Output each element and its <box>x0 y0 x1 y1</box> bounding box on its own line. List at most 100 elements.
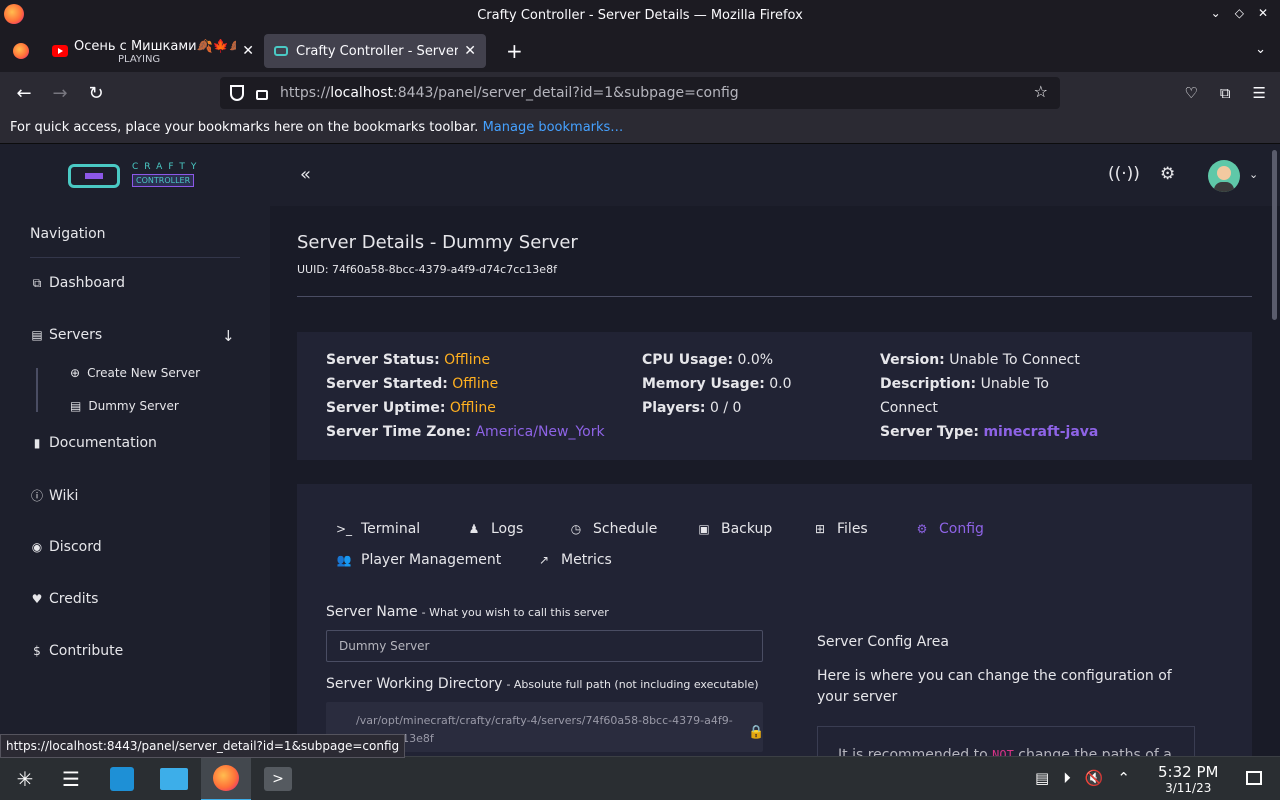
back-icon[interactable]: ← <box>6 83 42 104</box>
clipboard-icon[interactable]: ▤ <box>1035 769 1049 787</box>
sidebar-item-servers[interactable]: ▤ Servers <box>30 327 102 343</box>
server-timezone-value: America/New_York <box>475 424 605 440</box>
tab-playing-label: PLAYING <box>118 54 161 65</box>
server-uuid: UUID: 74f60a58-8bcc-4379-a4f9-d74c7cc13e… <box>297 263 557 276</box>
taskbar: ✳ ☰ > ▤ ⏵ 🔇 ⌃ 5:32 PM 3/11/23 <box>0 756 1280 800</box>
sidebar-item-dashboard[interactable]: ⧉ Dashboard <box>30 275 125 291</box>
terminal-icon: >_ <box>335 522 353 536</box>
firefox-task-button[interactable] <box>201 757 251 800</box>
stats-column-3: Version: Unable To Connect Description: … <box>880 352 1099 440</box>
plus-circle-icon: ⊕ <box>70 366 81 380</box>
tab-backup[interactable]: ▣ Backup <box>695 521 811 537</box>
discover-store-button[interactable] <box>97 757 147 800</box>
stats-column-2: CPU Usage: 0.0% Memory Usage: 0.0 Player… <box>642 352 792 416</box>
terminal-task-button[interactable]: > <box>253 757 303 800</box>
config-warning-text: It is recommended to NOT change the path… <box>838 747 1172 756</box>
page-scrollbar[interactable] <box>1272 150 1277 320</box>
youtube-icon <box>52 45 68 57</box>
media-play-icon[interactable]: ⏵ <box>1063 769 1071 787</box>
config-warning-box: It is recommended to NOT change the path… <box>817 726 1195 756</box>
folder-tree-icon: ⊞ <box>814 522 826 536</box>
extensions-icon[interactable]: ⧉ <box>1220 84 1231 102</box>
tab-config[interactable]: ⚙ Config <box>913 521 984 537</box>
lock-icon[interactable] <box>256 90 268 100</box>
link-status-tooltip: https://localhost:8443/panel/server_deta… <box>0 734 406 758</box>
server-tabs-row-2: 👥 Player Management ↗ Metrics <box>335 552 612 568</box>
tab-youtube[interactable]: Осень с Мишками🍂🍁🍂 PLAYING ✕ <box>42 34 264 68</box>
tab-logs[interactable]: ♟ Logs <box>465 521 567 537</box>
system-settings-icon[interactable]: ☰ <box>46 757 96 800</box>
crafty-logo[interactable]: CRAFTY CONTROLLER <box>68 162 208 192</box>
config-area-title: Server Config Area <box>817 634 949 650</box>
url-bar[interactable]: https://localhost:8443/panel/server_deta… <box>220 77 1060 109</box>
toolbar-buttons: ♡ ⧉ ☰ <box>1184 84 1266 102</box>
bookmark-star-icon[interactable]: ☆ <box>1034 82 1048 101</box>
maximize-icon[interactable]: ◇ <box>1235 6 1244 20</box>
window-titlebar: Crafty Controller - Server Details — Moz… <box>0 0 1280 30</box>
tracking-shield-icon[interactable] <box>230 85 244 101</box>
manage-bookmarks-link[interactable]: Manage bookmarks… <box>483 120 624 135</box>
close-window-icon[interactable]: ✕ <box>1258 6 1268 20</box>
tab-player-management[interactable]: 👥 Player Management <box>335 552 535 568</box>
crafty-favicon-icon <box>274 46 288 56</box>
memory-usage-value: 0.0 <box>769 376 792 392</box>
url-text[interactable]: https://localhost:8443/panel/server_deta… <box>280 85 739 101</box>
tab-metrics[interactable]: ↗ Metrics <box>535 552 612 568</box>
volume-muted-icon[interactable]: 🔇 <box>1085 769 1104 787</box>
sidebar-item-dummy-server[interactable]: ▤ Dummy Server <box>70 399 179 413</box>
sidebar-item-documentation[interactable]: ▮ Documentation <box>30 435 157 451</box>
sidebar-item-credits[interactable]: ♥ Credits <box>30 591 99 607</box>
tab-terminal[interactable]: >_ Terminal <box>335 521 465 537</box>
sidebar-item-wiki[interactable]: ⓘ Wiki <box>30 487 78 504</box>
sidebar-item-discord[interactable]: ◉ Discord <box>30 539 102 555</box>
list-tabs-icon[interactable]: ⌄ <box>1255 42 1266 57</box>
server-uptime-value: Offline <box>449 400 496 416</box>
gears-icon[interactable]: ⚙ <box>1160 164 1175 184</box>
logo-text: CRAFTY <box>132 162 203 172</box>
system-tray: ▤ ⏵ 🔇 ⌃ <box>1035 769 1130 787</box>
tab-schedule[interactable]: ◷ Schedule <box>567 521 695 537</box>
main-content: Server Details - Dummy Server UUID: 74f6… <box>270 206 1280 756</box>
reload-icon[interactable]: ↻ <box>78 83 114 104</box>
sidebar-item-create-server[interactable]: ⊕ Create New Server <box>70 366 200 380</box>
file-manager-button[interactable] <box>149 757 199 800</box>
app-launcher-icon[interactable]: ✳ <box>0 757 50 800</box>
tab-crafty[interactable]: Crafty Controller - Server D ✕ <box>264 34 486 68</box>
tab-files[interactable]: ⊞ Files <box>811 521 913 537</box>
book-icon: ▮ <box>33 436 41 450</box>
clock[interactable]: 5:32 PM 3/11/23 <box>1158 763 1218 795</box>
avatar[interactable] <box>1208 160 1240 192</box>
users-icon: 👥 <box>336 553 352 567</box>
pocket-icon[interactable]: ♡ <box>1184 84 1197 102</box>
server-started-value: Offline <box>452 376 499 392</box>
server-tabs-card: >_ Terminal ♟ Logs ◷ Schedule ▣ Backup ⊞ File… <box>297 484 1252 756</box>
store-icon <box>110 767 134 791</box>
cogs-icon: ⚙ <box>916 522 928 536</box>
minimize-icon[interactable]: ⌄ <box>1211 6 1221 20</box>
server-name-input[interactable]: Dummy Server <box>326 630 763 662</box>
close-tab-icon[interactable]: ✕ <box>464 43 476 59</box>
divider <box>30 257 240 258</box>
arrow-down-icon[interactable]: ↓ <box>222 327 235 345</box>
donate-icon: $ <box>33 644 41 658</box>
forward-icon[interactable]: → <box>42 83 78 104</box>
stats-column-1: Server Status: Offline Server Started: O… <box>326 352 605 440</box>
chevron-down-icon[interactable]: ⌄ <box>1249 168 1258 181</box>
new-tab-button[interactable]: + <box>506 39 523 63</box>
server-tabs-row-1: >_ Terminal ♟ Logs ◷ Schedule ▣ Backup ⊞ File… <box>335 521 984 537</box>
tray-expand-icon[interactable]: ⌃ <box>1117 769 1130 787</box>
close-tab-icon[interactable]: ✕ <box>242 43 254 59</box>
divider <box>297 296 1252 297</box>
show-desktop-icon[interactable] <box>1246 771 1262 785</box>
menu-icon[interactable]: ☰ <box>1253 84 1266 102</box>
description-value-cont: Connect <box>880 400 938 416</box>
working-directory-label: Server Working Directory - Absolute full … <box>326 676 759 692</box>
firefox-view-button[interactable] <box>0 30 42 72</box>
server-icon: ▤ <box>70 399 82 413</box>
chart-line-icon: ↗ <box>538 553 550 567</box>
sidebar-item-contribute[interactable]: $ Contribute <box>30 643 123 659</box>
broadcast-icon[interactable]: ((·)) <box>1108 164 1140 184</box>
collapse-sidebar-icon[interactable]: « <box>300 164 311 185</box>
heart-icon: ♥ <box>31 592 43 606</box>
logs-icon: ♟ <box>468 522 480 536</box>
